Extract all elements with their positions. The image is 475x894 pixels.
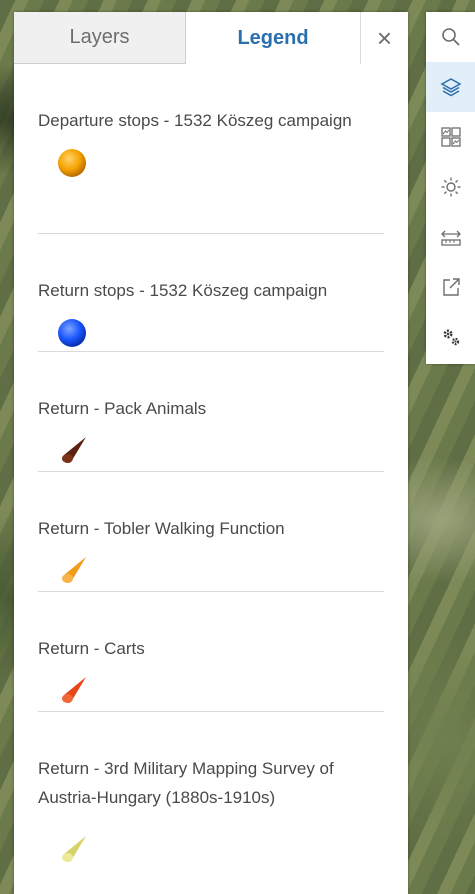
cone-symbol-icon <box>62 557 86 583</box>
cone-symbol-icon <box>62 437 86 463</box>
legend-item-title: Return - 3rd Military Mapping Survey of … <box>38 759 334 807</box>
basemap-gallery-icon <box>440 127 461 147</box>
measure-icon <box>440 230 461 246</box>
search-icon <box>441 28 460 46</box>
close-icon[interactable]: × <box>360 12 408 64</box>
legend-panel: Layers Legend × Departure stops - 1532 K… <box>14 12 408 894</box>
measure-button[interactable] <box>426 212 475 262</box>
legend-item-title: Return stops - 1532 Köszeg campaign <box>38 281 328 300</box>
legend-item-title: Return - Pack Animals <box>38 399 207 418</box>
search-button[interactable] <box>426 12 475 62</box>
tab-layers[interactable]: Layers <box>14 12 186 64</box>
legend-item-symbol <box>38 423 384 479</box>
legend-item-title: Return - Carts <box>38 639 145 658</box>
legend-item-title: Return - Tobler Walking Function <box>38 519 285 538</box>
legend-item: Return - Pack Animals <box>38 352 384 472</box>
legend-item: Return - Tobler Walking Function <box>38 472 384 592</box>
legend-item-symbol <box>38 812 384 888</box>
legend-item: Return - 3rd Military Mapping Survey of … <box>38 712 384 892</box>
map-toolbar <box>426 12 475 364</box>
cone-symbol-icon <box>62 836 86 862</box>
settings-button[interactable] <box>426 312 475 362</box>
daylight-button[interactable] <box>426 162 475 212</box>
tab-legend[interactable]: Legend <box>186 12 360 64</box>
legend-item-symbol <box>38 543 384 599</box>
share-icon <box>442 278 460 296</box>
legend-list: Departure stops - 1532 Köszeg campaign R… <box>14 64 408 892</box>
legend-item: Return stops - 1532 Köszeg campaign <box>38 234 384 352</box>
panel-tabs: Layers Legend × <box>14 12 408 64</box>
sphere-symbol-icon <box>58 149 86 177</box>
daylight-icon <box>441 177 460 197</box>
legend-item-symbol <box>38 663 384 719</box>
basemap-gallery-button[interactable] <box>426 112 475 162</box>
share-button[interactable] <box>426 262 475 312</box>
legend-item: Departure stops - 1532 Köszeg campaign <box>38 64 384 234</box>
legend-item-symbol <box>38 135 384 191</box>
legend-item: Return - Carts <box>38 592 384 712</box>
legend-item-title: Departure stops - 1532 Köszeg campaign <box>38 111 352 130</box>
layers-icon <box>439 78 462 97</box>
layers-button[interactable] <box>426 62 475 112</box>
sphere-symbol-icon <box>58 319 86 347</box>
cone-symbol-icon <box>62 677 86 703</box>
settings-icon <box>443 329 459 346</box>
